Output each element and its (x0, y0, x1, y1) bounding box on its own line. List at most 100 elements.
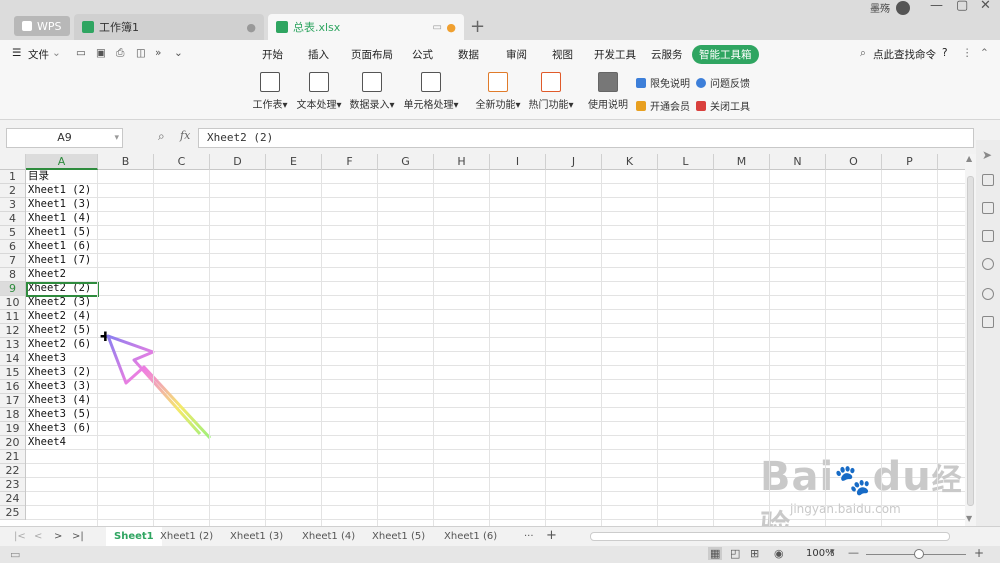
cell-a13[interactable]: Xheet2 (6) (28, 338, 91, 351)
column-header-g[interactable]: G (378, 154, 434, 170)
row-header-7[interactable]: 7 (0, 254, 25, 268)
menu-review[interactable]: 审阅 (506, 47, 527, 62)
chevron-down-icon[interactable]: ▾ (830, 547, 835, 557)
free-limit-button[interactable]: 限免说明 (636, 75, 690, 90)
row-header-1[interactable]: 1 (0, 170, 25, 184)
sheet-tab[interactable]: Xheet1 (6) (444, 531, 497, 542)
cell-a6[interactable]: Xheet1 (6) (28, 240, 91, 253)
spreadsheet-grid[interactable]: ABCDEFGHIJKLMNOP 1 2 3 4 5 6 7 8 9 10 11 12 13 14 15 16… (0, 154, 965, 526)
row-header-18[interactable]: 18 (0, 408, 25, 422)
search-icon[interactable]: ⌕ (860, 47, 866, 60)
horizontal-scrollbar[interactable] (590, 532, 950, 541)
minimize-icon[interactable]: — (930, 0, 943, 13)
column-header-j[interactable]: J (546, 154, 602, 170)
normal-view-icon[interactable]: ▦ (708, 547, 723, 560)
row-header-6[interactable]: 6 (0, 240, 25, 254)
row-header-2[interactable]: 2 (0, 184, 25, 198)
row-header-21[interactable]: 21 (0, 450, 25, 464)
more-sheets-icon[interactable]: ··· (524, 531, 534, 542)
row-header-13[interactable]: 13 (0, 338, 25, 352)
apps-grid-icon[interactable] (982, 316, 994, 328)
cell-a1[interactable]: 目录 (28, 170, 49, 183)
help-circle-icon[interactable] (982, 288, 994, 300)
menu-file[interactable]: 文件 (28, 47, 49, 62)
help-button[interactable]: ? (942, 47, 948, 59)
column-header-m[interactable]: M (714, 154, 770, 170)
cell-a12[interactable]: Xheet2 (5) (28, 324, 91, 337)
unsaved-dot-icon[interactable]: ● (446, 21, 456, 34)
column-header-p[interactable]: P (882, 154, 938, 170)
zoom-slider-handle[interactable] (914, 549, 924, 559)
menu-data[interactable]: 数据 (458, 47, 479, 62)
chevron-down-icon[interactable]: ⌄ (52, 47, 61, 59)
cell-a18[interactable]: Xheet3 (5) (28, 408, 91, 421)
row-header-14[interactable]: 14 (0, 352, 25, 366)
open-folder-icon[interactable]: ▭ (76, 47, 86, 59)
row-header-11[interactable]: 11 (0, 310, 25, 324)
menu-developer[interactable]: 开发工具 (594, 47, 636, 62)
new-tab-button[interactable]: + (470, 16, 485, 37)
row-header-23[interactable]: 23 (0, 478, 25, 492)
feedback-button[interactable]: 问题反馈 (696, 75, 750, 90)
menu-page-layout[interactable]: 页面布局 (351, 47, 393, 62)
column-header-c[interactable]: C (154, 154, 210, 170)
cell-a16[interactable]: Xheet3 (3) (28, 380, 91, 393)
row-header-19[interactable]: 19 (0, 422, 25, 436)
first-sheet-icon[interactable]: |< (14, 531, 26, 542)
function-icon[interactable]: fx (180, 129, 190, 142)
row-header-10[interactable]: 10 (0, 296, 25, 310)
scroll-up-icon[interactable]: ▲ (966, 154, 972, 163)
sheet-tab[interactable]: Xheet1 (4) (302, 531, 355, 542)
page-layout-view-icon[interactable]: ⊞ (750, 547, 759, 560)
user-name[interactable]: 墨殇 (870, 0, 890, 15)
menu-cloud[interactable]: 云服务 (651, 47, 683, 62)
row-header-22[interactable]: 22 (0, 464, 25, 478)
formula-input[interactable]: Xheet2 (2) (198, 128, 974, 148)
next-sheet-icon[interactable]: > (54, 531, 62, 542)
print-icon[interactable]: ⎙ (116, 47, 124, 60)
shapes-icon[interactable] (982, 174, 994, 186)
customize-icon[interactable]: ⌄ (174, 47, 183, 59)
cell-a5[interactable]: Xheet1 (5) (28, 226, 91, 239)
history-icon[interactable] (982, 258, 994, 270)
cell-a19[interactable]: Xheet3 (6) (28, 422, 91, 435)
row-header-9[interactable]: 9 (0, 282, 25, 296)
sheet-tab[interactable]: Xheet1 (2) (160, 531, 213, 542)
new-features-button[interactable]: 全新功能▾ (472, 72, 524, 111)
tab-wps[interactable]: WPS (14, 16, 70, 36)
column-header-o[interactable]: O (826, 154, 882, 170)
menu-insert[interactable]: 插入 (308, 47, 329, 62)
cell-a20[interactable]: Xheet4 (28, 436, 66, 449)
tab-workbook1[interactable]: 工作簿1 ● (74, 14, 264, 40)
menu-smart-toolbox[interactable]: 智能工具箱 (692, 45, 759, 64)
hot-features-button[interactable]: 热门功能▾ (526, 72, 576, 111)
scroll-thumb[interactable] (967, 176, 974, 506)
column-header-e[interactable]: E (266, 154, 322, 170)
eye-icon[interactable]: ◉ (774, 547, 784, 560)
column-header-f[interactable]: F (322, 154, 378, 170)
cell-processing-button[interactable]: 单元格处理▾ (400, 72, 462, 111)
column-header-a[interactable]: A (26, 154, 98, 170)
worksheet-button[interactable]: 工作表▾ (248, 72, 292, 111)
scroll-down-icon[interactable]: ▼ (966, 514, 972, 523)
cell-a4[interactable]: Xheet1 (4) (28, 212, 91, 225)
tab-active-file[interactable]: 总表.xlsx ▭ ● (268, 14, 464, 40)
sheet-tab[interactable]: Xheet1 (5) (372, 531, 425, 542)
cell-a2[interactable]: Xheet1 (2) (28, 184, 91, 197)
more-icon[interactable]: » (155, 47, 161, 59)
column-header-k[interactable]: K (602, 154, 658, 170)
save-icon[interactable]: ▣ (96, 47, 106, 59)
print-preview-icon[interactable]: ◫ (136, 47, 146, 59)
menu-formula[interactable]: 公式 (412, 47, 433, 62)
data-entry-button[interactable]: 数据录入▾ (347, 72, 397, 111)
column-header-i[interactable]: I (490, 154, 546, 170)
chevron-down-icon[interactable]: ▾ (114, 129, 119, 147)
vertical-scrollbar[interactable]: ▲ ▼ (965, 154, 976, 526)
text-processing-button[interactable]: 文本处理▾ (294, 72, 344, 111)
row-header-5[interactable]: 5 (0, 226, 25, 240)
cell-a11[interactable]: Xheet2 (4) (28, 310, 91, 323)
row-header-24[interactable]: 24 (0, 492, 25, 506)
row-header-17[interactable]: 17 (0, 394, 25, 408)
instructions-button[interactable]: 使用说明 (586, 72, 630, 111)
zoom-search-icon[interactable]: ⌕ (158, 129, 165, 144)
